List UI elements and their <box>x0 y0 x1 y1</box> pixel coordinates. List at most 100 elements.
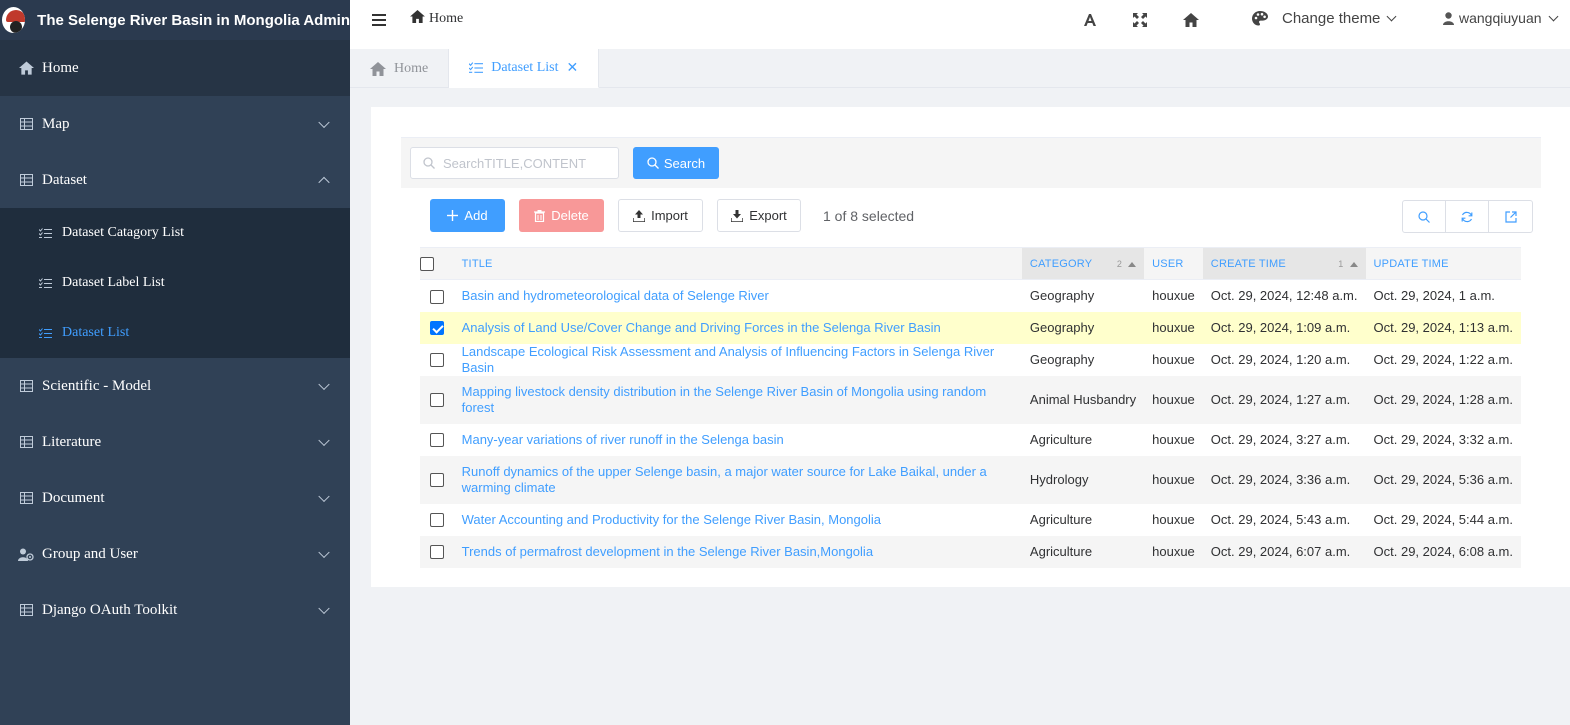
table-row: Many-year variations of river runoff in … <box>420 423 1521 456</box>
row-user: houxue <box>1144 535 1203 568</box>
sub-item-label: Dataset Label List <box>62 275 165 290</box>
sidebar-item-label: Home <box>42 59 79 76</box>
import-button[interactable]: Import <box>618 199 703 232</box>
sidebar-item-home[interactable]: Home <box>0 40 350 96</box>
header-create-time-label: CREATE TIME <box>1210 257 1286 270</box>
table-icon <box>18 602 34 618</box>
row-title-link[interactable]: Runoff dynamics of the upper Selenge bas… <box>453 455 1022 504</box>
sidebar-item-label: Document <box>42 489 105 506</box>
row-user: houxue <box>1144 311 1203 344</box>
header-user[interactable]: USER <box>1144 247 1203 280</box>
row-category: Agriculture <box>1021 503 1145 536</box>
tab-dataset-list[interactable]: Dataset List ✕ <box>449 49 600 88</box>
sidebar-item-django-oauth-toolkit[interactable]: Django OAuth Toolkit <box>0 582 350 638</box>
refresh-button[interactable] <box>1446 201 1489 232</box>
search-bar: SearchTITLE,CONTENT Search <box>401 137 1541 188</box>
row-checkbox[interactable] <box>429 393 444 408</box>
add-button[interactable]: Add <box>430 199 505 232</box>
export-view-button[interactable] <box>1489 201 1532 232</box>
list-icon <box>469 62 484 74</box>
table-icon <box>18 434 34 450</box>
header-category[interactable]: CATEGORY 2 <box>1021 247 1145 280</box>
close-icon[interactable]: ✕ <box>566 60 578 77</box>
row-checkbox[interactable] <box>429 513 444 528</box>
username: wangqiuyuan <box>1459 10 1542 26</box>
sidebar-item-literature[interactable]: Literature <box>0 414 350 470</box>
change-theme-dropdown[interactable]: Change theme <box>1252 10 1397 27</box>
row-create-time: Oct. 29, 2024, 12:48 a.m. <box>1202 279 1366 312</box>
hamburger-menu-icon[interactable] <box>372 14 386 26</box>
row-category: Animal Husbandry <box>1021 375 1145 424</box>
row-category: Geography <box>1021 343 1145 376</box>
chevron-down-icon <box>318 434 330 447</box>
search-input[interactable]: SearchTITLE,CONTENT <box>410 147 619 179</box>
row-checkbox[interactable] <box>429 545 444 560</box>
row-category: Geography <box>1021 311 1145 344</box>
trash-icon <box>534 209 546 222</box>
row-update-time: Oct. 29, 2024, 5:36 a.m. <box>1365 455 1521 504</box>
delete-button[interactable]: Delete <box>519 199 604 232</box>
row-create-time: Oct. 29, 2024, 1:20 a.m. <box>1202 343 1366 376</box>
sidebar-item-group-and-user[interactable]: Group and User <box>0 526 350 582</box>
user-group-icon <box>18 546 34 562</box>
sidebar-item-scientific-model[interactable]: Scientific - Model <box>0 358 350 414</box>
list-icon <box>38 276 52 290</box>
search-icon <box>423 157 435 169</box>
row-update-time: Oct. 29, 2024, 1:22 a.m. <box>1365 343 1521 376</box>
row-user: houxue <box>1144 423 1203 456</box>
sort-priority: 1 <box>1338 259 1344 269</box>
sidebar-item-map[interactable]: Map <box>0 96 350 152</box>
header-user-label: USER <box>1152 257 1184 270</box>
row-title-link[interactable]: Landscape Ecological Risk Assessment and… <box>453 343 1022 376</box>
row-create-time: Oct. 29, 2024, 6:07 a.m. <box>1202 535 1366 568</box>
sidebar-item-label: Group and User <box>42 545 138 562</box>
dataset-submenu: Dataset Catagory List Dataset Label List… <box>0 208 350 358</box>
search-button[interactable]: Search <box>633 147 719 179</box>
row-title-link[interactable]: Basin and hydrometeorological data of Se… <box>453 279 1022 312</box>
chevron-down-icon <box>318 116 330 129</box>
row-create-time: Oct. 29, 2024, 3:27 a.m. <box>1202 423 1366 456</box>
header-update-time[interactable]: UPDATE TIME <box>1365 247 1521 280</box>
sidebar-item-dataset-list[interactable]: Dataset List <box>0 308 350 358</box>
row-update-time: Oct. 29, 2024, 1:13 a.m. <box>1365 311 1521 344</box>
sidebar-item-document[interactable]: Document <box>0 470 350 526</box>
row-checkbox-cell <box>420 343 454 376</box>
chevron-up-icon <box>318 176 330 189</box>
row-checkbox[interactable] <box>429 321 444 336</box>
chevron-down-icon <box>318 378 330 391</box>
toggle-search-button[interactable] <box>1403 201 1446 232</box>
row-title-link[interactable]: Mapping livestock density distribution i… <box>453 375 1022 424</box>
row-title-link[interactable]: Trends of permafrost development in the … <box>453 535 1022 568</box>
row-checkbox-cell <box>420 423 454 456</box>
select-all-checkbox[interactable] <box>420 256 434 271</box>
home-icon <box>410 10 425 28</box>
table-icon <box>18 172 34 188</box>
font-size-icon[interactable] <box>1082 12 1098 28</box>
row-checkbox[interactable] <box>429 289 444 304</box>
header-create-time[interactable]: CREATE TIME 1 <box>1202 247 1366 280</box>
row-checkbox-cell <box>420 535 454 568</box>
row-checkbox[interactable] <box>429 473 444 488</box>
row-user: houxue <box>1144 279 1203 312</box>
sidebar-item-dataset[interactable]: Dataset <box>0 152 350 208</box>
fullscreen-icon[interactable] <box>1132 12 1148 28</box>
tab-home[interactable]: Home <box>350 49 450 88</box>
header-title[interactable]: TITLE <box>453 247 1022 280</box>
row-title-link[interactable]: Analysis of Land Use/Cover Change and Dr… <box>453 311 1022 344</box>
breadcrumb-home[interactable]: Home <box>429 11 463 27</box>
row-category: Geography <box>1021 279 1145 312</box>
theme-label: Change theme <box>1282 10 1381 27</box>
row-checkbox-cell <box>420 311 454 344</box>
row-update-time: Oct. 29, 2024, 1 a.m. <box>1365 279 1521 312</box>
sidebar-item-dataset-catagory-list[interactable]: Dataset Catagory List <box>0 208 350 258</box>
table-tools <box>1402 200 1533 233</box>
row-checkbox[interactable] <box>429 353 444 368</box>
home-icon[interactable] <box>1183 12 1199 28</box>
row-title-link[interactable]: Many-year variations of river runoff in … <box>453 423 1022 456</box>
refresh-icon <box>1461 211 1473 223</box>
row-checkbox[interactable] <box>429 433 444 448</box>
user-dropdown[interactable]: wangqiuyuan <box>1443 10 1558 26</box>
sidebar-item-dataset-label-list[interactable]: Dataset Label List <box>0 258 350 308</box>
row-title-link[interactable]: Water Accounting and Productivity for th… <box>453 503 1022 536</box>
export-button[interactable]: Export <box>717 199 801 232</box>
